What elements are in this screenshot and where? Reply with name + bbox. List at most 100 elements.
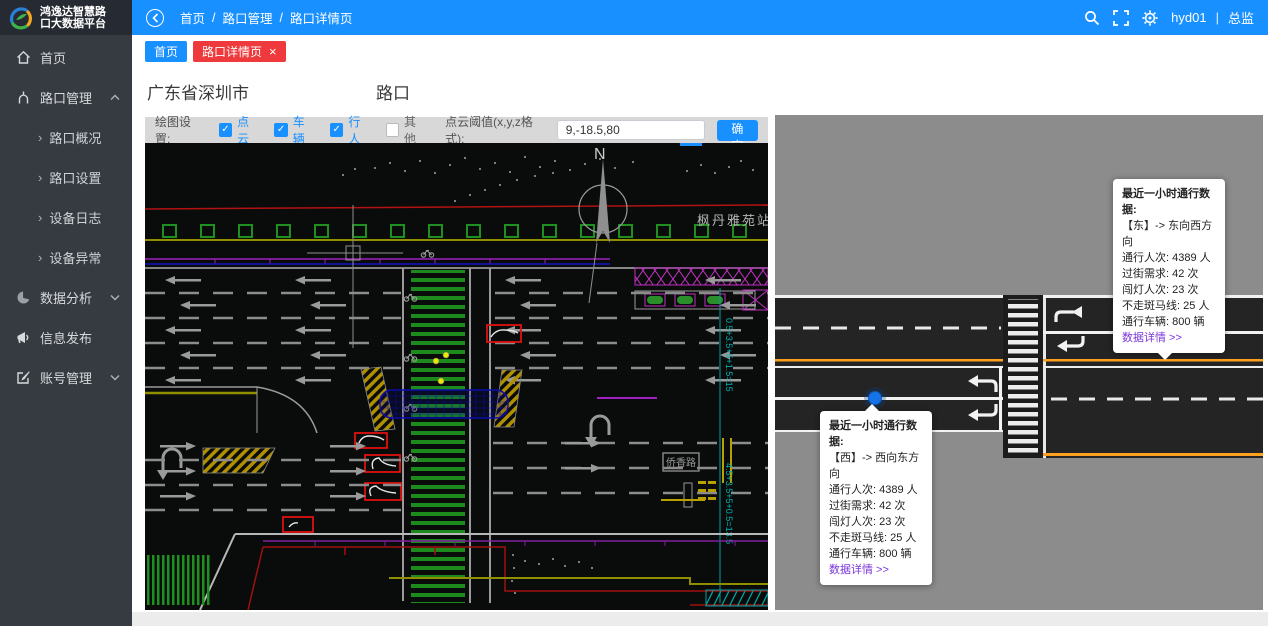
sidebar-item-junction-overview[interactable]: › 路口概况 [0, 117, 132, 157]
checkbox-point-cloud[interactable]: 点云 [219, 113, 261, 147]
logo-block: 鸿逸达智慧路 口大数据平台 [0, 0, 132, 35]
tooltip-row: 闯灯人次: 23 次 [1122, 282, 1216, 298]
data-detail-link[interactable]: 数据详情 >> [1122, 330, 1216, 346]
breadcrumb-junction-detail[interactable]: 路口详情页 [290, 8, 353, 27]
sidebar-item-label: 路口概况 [49, 128, 101, 147]
tab-bar: 首页 路口详情页 × [145, 41, 286, 62]
region-title: 广东省深圳市 [147, 84, 249, 103]
sidebar-item-data-analysis[interactable]: 数据分析 [0, 277, 132, 317]
sidebar-item-label: 设备异常 [49, 248, 101, 267]
user-role: 总监 [1228, 8, 1254, 27]
checkbox-label: 行人 [348, 113, 371, 147]
chevron-down-icon [110, 294, 120, 301]
north-letter: N [594, 146, 606, 163]
junction-title-suffix: 路口 [376, 79, 410, 104]
pie-chart-icon [16, 290, 31, 305]
checkbox-pedestrians[interactable]: 行人 [330, 113, 372, 147]
sidebar-item-label: 设备日志 [49, 208, 101, 227]
checkbox-other[interactable]: 其他 [386, 113, 428, 147]
checkbox-icon[interactable] [274, 123, 287, 137]
point-cloud-canvas[interactable]: 枫丹雅苑站 N [145, 143, 768, 610]
sidebar-item-label: 路口管理 [40, 88, 92, 107]
cyan-hatch-area [706, 590, 768, 606]
tooltip-row: 通行人次: 4389 人 [1122, 250, 1216, 266]
data-detail-link[interactable]: 数据详情 >> [829, 562, 923, 578]
tooltip-row: 不走斑马线: 25 人 [829, 530, 923, 546]
dimension-text-lower: 4.5+3.5+5+0.5=13.5 [724, 463, 734, 544]
chevron-left-icon [152, 13, 159, 23]
checkbox-label: 车辆 [293, 113, 316, 147]
checkbox-label: 其他 [404, 113, 427, 147]
tab-label: 路口详情页 [202, 43, 262, 60]
sidebar-item-label: 首页 [40, 48, 66, 67]
tooltip-row: 通行车辆: 800 辆 [829, 546, 923, 562]
tooltip-title: 最近一小时通行数据: [1122, 186, 1216, 218]
chevron-up-icon [110, 94, 120, 101]
dimension-text-upper: 0.5+3.5+5+1.5=15 [724, 318, 734, 392]
platform-logo-icon [8, 5, 34, 31]
tooltip-row: 不走斑马线: 25 人 [1122, 298, 1216, 314]
sidebar-item-device-anomaly[interactable]: › 设备异常 [0, 237, 132, 277]
sidebar-item-account-management[interactable]: 账号管理 [0, 357, 132, 397]
platform-title: 鸿逸达智慧路 口大数据平台 [40, 6, 106, 30]
traffic-tooltip-east: 最近一小时通行数据: 【东】-> 东向西方向 通行人次: 4389 人 过街需求… [1113, 179, 1225, 353]
chevron-down-icon [110, 374, 120, 381]
sidebar-item-junction-management[interactable]: 路口管理 [0, 77, 132, 117]
sidebar-item-home[interactable]: 首页 [0, 37, 132, 77]
fullscreen-icon[interactable] [1113, 10, 1129, 26]
tooltip-direction: 【东】-> 东向西方向 [1122, 218, 1216, 250]
top-bar: 鸿逸达智慧路 口大数据平台 首页 / 路口管理 / 路口详情页 [0, 0, 1268, 35]
road-name-label: 侨香路 [666, 456, 696, 469]
username[interactable]: hyd01 [1171, 10, 1206, 25]
tooltip-row: 过街需求: 42 次 [1122, 266, 1216, 282]
sidebar-item-label: 数据分析 [40, 288, 92, 307]
app-window: 鸿逸达智慧路 口大数据平台 首页 / 路口管理 / 路口详情页 [0, 0, 1268, 626]
back-button[interactable] [146, 9, 164, 27]
sidebar-item-junction-settings[interactable]: › 路口设置 [0, 157, 132, 197]
page-title: 广东省深圳市 路口 [147, 79, 1247, 103]
tab-label: 首页 [154, 43, 178, 60]
threshold-label: 点云阈值(x,y,z格式): [445, 113, 549, 147]
checkbox-label: 点云 [237, 113, 260, 147]
threshold-input[interactable] [557, 120, 705, 140]
checkbox-vehicles[interactable]: 车辆 [274, 113, 316, 147]
cad-selection-bar [680, 143, 702, 146]
sidebar-menu: 首页 路口管理 › 路口概况 › 路口设置 › 设备日志 [0, 35, 132, 397]
breadcrumb-home[interactable]: 首页 [180, 8, 205, 27]
tooltip-pointer [1157, 352, 1173, 368]
draw-settings-toolbar: 绘图设置: 点云 车辆 行人 其他 点云阈值(x,y,z格式): [145, 117, 768, 143]
tab-close-icon[interactable]: × [269, 45, 277, 58]
breadcrumb: 首页 / 路口管理 / 路口详情页 [180, 8, 353, 27]
sidebar-item-device-logs[interactable]: › 设备日志 [0, 197, 132, 237]
checkbox-icon[interactable] [219, 123, 232, 137]
tooltip-title: 最近一小时通行数据: [829, 418, 923, 450]
submenu-arrow-icon: › [38, 170, 42, 185]
search-icon[interactable] [1084, 10, 1100, 26]
road-fork-icon [16, 90, 31, 105]
tooltip-row: 过街需求: 42 次 [829, 498, 923, 514]
home-icon [16, 50, 31, 65]
topbar-main: 首页 / 路口管理 / 路口详情页 [132, 0, 1268, 35]
topbar-actions: hyd01 | 总监 [1084, 8, 1254, 27]
draw-settings-label: 绘图设置: [155, 113, 205, 147]
checkbox-icon[interactable] [330, 123, 343, 137]
submenu-arrow-icon: › [38, 130, 42, 145]
traffic-tooltip-west: 最近一小时通行数据: 【西】-> 西向东方向 通行人次: 4389 人 过街需求… [820, 411, 932, 585]
confirm-button[interactable]: 确定 [717, 120, 758, 141]
sidebar-item-info-publish[interactable]: 信息发布 [0, 317, 132, 357]
tab-home[interactable]: 首页 [145, 41, 187, 62]
sidebar: 首页 路口管理 › 路口概况 › 路口设置 › 设备日志 [0, 35, 132, 626]
bottom-strip [132, 612, 1268, 626]
checkbox-icon[interactable] [386, 123, 400, 137]
submenu-arrow-icon: › [38, 210, 42, 225]
bus-detection-wireframe [380, 390, 508, 418]
tooltip-row: 通行车辆: 800 辆 [1122, 314, 1216, 330]
zebra-crossing [1008, 299, 1038, 454]
tab-junction-detail[interactable]: 路口详情页 × [193, 41, 286, 62]
settings-gear-icon[interactable] [1142, 10, 1158, 26]
submenu-arrow-icon: › [38, 250, 42, 265]
sidebar-item-label: 信息发布 [40, 328, 92, 347]
breadcrumb-junction-management[interactable]: 路口管理 [223, 8, 273, 27]
green-crosswalk-hatch [411, 270, 465, 603]
tooltip-pointer [864, 396, 880, 412]
